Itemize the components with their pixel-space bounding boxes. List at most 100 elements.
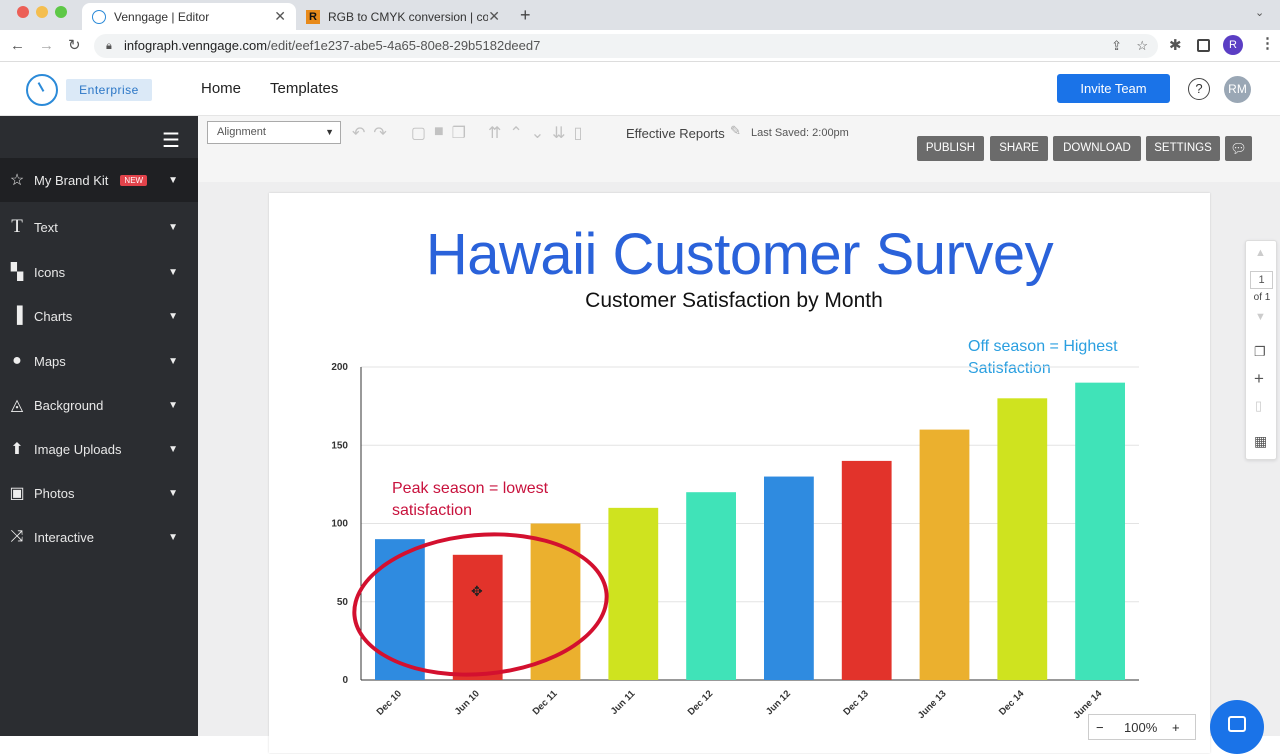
close-tab-icon[interactable]: ✕ [488, 8, 500, 25]
share-button[interactable]: SHARE [990, 136, 1048, 161]
sidepanel-icon[interactable] [1197, 39, 1210, 52]
help-icon[interactable]: ? [1188, 78, 1210, 100]
chevron-down-icon: ▼ [168, 443, 178, 455]
sidebar-item-label: Maps [34, 353, 66, 369]
zoom-in-button[interactable]: + [1172, 715, 1180, 741]
bar [1075, 382, 1125, 680]
tab-rgb-cmyk[interactable]: R RGB to CMYK conversion | colo ✕ [296, 3, 510, 30]
alignment-dropdown[interactable]: Alignment ▼ [207, 121, 341, 144]
user-avatar[interactable]: RM [1224, 76, 1251, 103]
page-count: of 1 [1253, 292, 1271, 303]
sidebar-item-interactive[interactable]: ⤨ Interactive ▼ [0, 515, 198, 559]
bring-front-icon[interactable]: ⇈ [488, 123, 501, 143]
close-tab-icon[interactable]: ✕ [274, 8, 286, 25]
browser-tab-strip: Venngage | Editor ✕ R RGB to CMYK conver… [0, 0, 1280, 30]
comment-icon[interactable]: 💬︎ [1225, 136, 1252, 161]
page-up-icon[interactable]: ▲ [1255, 247, 1266, 259]
tab-label: Venngage | Editor [114, 9, 210, 24]
sidebar-item-image-uploads[interactable]: ⬆ Image Uploads ▼ [0, 427, 198, 471]
x-tick-label: Dec 10 [375, 688, 404, 717]
profile-avatar[interactable]: R [1223, 35, 1243, 55]
sidebar-item-charts[interactable]: ▐ Charts ▼ [0, 294, 198, 338]
zoom-out-button[interactable]: − [1096, 715, 1104, 741]
send-back-icon[interactable]: ⇊ [552, 123, 565, 143]
minimize-window-button[interactable] [36, 6, 48, 18]
nav-home[interactable]: Home [201, 80, 241, 97]
plan-badge: Enterprise [66, 79, 152, 101]
edit-title-icon[interactable]: ✎ [730, 123, 741, 139]
document-canvas[interactable]: Hawaii Customer Survey Customer Satisfac… [269, 193, 1210, 753]
undo-icon[interactable]: ↶ [352, 123, 365, 143]
delete-icon[interactable]: ▯ [574, 123, 583, 143]
x-tick-label: Dec 11 [531, 688, 561, 718]
bar [764, 476, 814, 680]
sidebar-item-maps[interactable]: ● Maps ▼ [0, 339, 198, 383]
bar [686, 492, 736, 680]
star-icon: ☆ [9, 172, 25, 189]
hamburger-menu-icon[interactable]: ☰ [162, 128, 180, 153]
tab-venngage-editor[interactable]: Venngage | Editor ✕ [82, 3, 296, 30]
grid-view-icon[interactable]: ▦ [1254, 433, 1267, 450]
new-tab-button[interactable]: + [520, 6, 531, 24]
redo-icon[interactable]: ↷ [373, 123, 386, 143]
close-window-button[interactable] [17, 6, 29, 18]
browser-menu-icon[interactable]: ⋮ [1260, 36, 1275, 51]
app-header: Enterprise Home Templates Invite Team ? … [0, 63, 1280, 116]
url-field[interactable]: 🔒︎ infograph.venngage.com/edit/eef1e237-… [94, 34, 1158, 58]
zoom-level[interactable]: 100% [1124, 715, 1157, 741]
document-title[interactable]: Effective Reports [626, 126, 725, 141]
address-bar-row: ← → ↻ 🔒︎ infograph.venngage.com/edit/eef… [0, 30, 1280, 62]
photo-icon: ▣ [9, 485, 25, 502]
sidebar-item-label: My Brand Kit [34, 172, 109, 188]
forward-icon[interactable]: → [39, 38, 54, 53]
chevron-down-icon: ▼ [168, 174, 178, 186]
bar [919, 429, 970, 680]
lock-icon: 🔒︎ [106, 40, 112, 52]
lock-element-icon[interactable]: ■ [434, 123, 444, 143]
sidebar-item-background[interactable]: ◬ Background ▼ [0, 383, 198, 427]
sidebar-item-photos[interactable]: ▣ Photos ▼ [0, 471, 198, 515]
tab-search-chevron-icon[interactable]: ⌄ [1255, 8, 1264, 19]
bookmark-star-icon[interactable]: ☆ [1136, 34, 1148, 58]
nav-templates[interactable]: Templates [270, 80, 338, 97]
sidebar-item-text[interactable]: T Text ▼ [0, 205, 198, 249]
toolbar-icon-group: ↶ ↷ ▢ ■ ❐ ⇈ ⌃ ⌄ ⇊ ▯ [352, 123, 582, 143]
page-down-icon[interactable]: ▼ [1255, 311, 1266, 323]
chat-icon [1228, 716, 1246, 732]
venngage-logo[interactable] [26, 74, 58, 106]
settings-button[interactable]: SETTINGS [1146, 136, 1220, 161]
sidebar-item-label: Charts [34, 308, 73, 324]
move-up-icon[interactable]: ⌃ [509, 123, 522, 143]
move-down-icon[interactable]: ⌄ [531, 123, 544, 143]
page-number-field[interactable]: 1 [1250, 271, 1273, 289]
background-icon: ◬ [10, 397, 24, 414]
duplicate-icon[interactable]: ❐ [452, 123, 466, 143]
publish-button[interactable]: PUBLISH [917, 136, 984, 161]
chevron-down-icon: ▼ [168, 487, 178, 499]
add-page-icon[interactable]: + [1254, 369, 1264, 389]
sidebar-item-my-brand-kit[interactable]: ☆ My Brand Kit NEW ▼ [0, 158, 198, 202]
group-icon[interactable]: ▢ [411, 123, 426, 143]
r-favicon-icon: R [306, 9, 320, 24]
x-tick-label: Jun 10 [453, 688, 482, 717]
shuffle-icon: ⤨ [10, 528, 24, 545]
sidebar-item-icons[interactable]: ▚ Icons ▼ [0, 250, 198, 294]
duplicate-page-icon[interactable]: ❐ [1254, 344, 1266, 360]
x-tick-label: Dec 14 [997, 688, 1027, 718]
invite-team-button[interactable]: Invite Team [1057, 74, 1170, 103]
chat-support-button[interactable] [1210, 700, 1264, 754]
maximize-window-button[interactable] [55, 6, 67, 18]
extensions-icon[interactable]: ✱ [1169, 38, 1182, 53]
reload-icon[interactable]: ↻ [68, 38, 81, 53]
download-button[interactable]: DOWNLOAD [1053, 136, 1141, 161]
zoom-control: − 100% + [1088, 714, 1196, 740]
move-cursor-icon: ✥ [471, 583, 483, 599]
share-icon[interactable]: ⇪ [1111, 34, 1122, 58]
delete-page-icon[interactable]: ▯ [1255, 398, 1262, 414]
back-icon[interactable]: ← [10, 38, 25, 53]
x-tick-label: Jun 12 [764, 688, 793, 717]
y-tick-label: 100 [331, 519, 348, 530]
x-tick-label: Dec 13 [841, 688, 870, 717]
bar [841, 460, 892, 680]
alignment-label: Alignment [217, 126, 266, 138]
